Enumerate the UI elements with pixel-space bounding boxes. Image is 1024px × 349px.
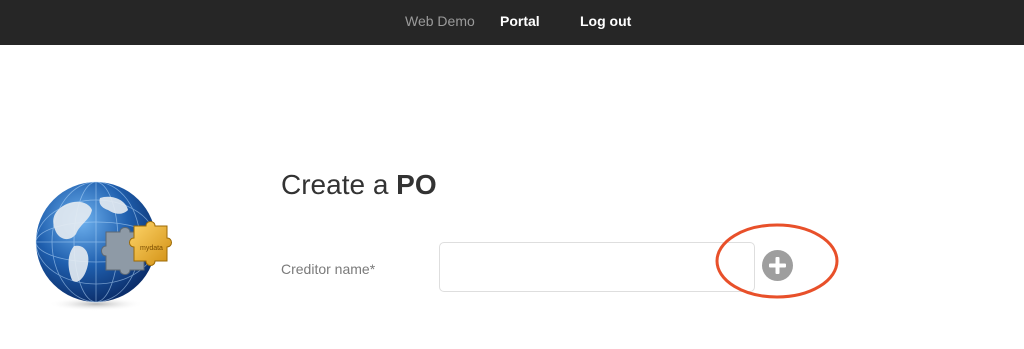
- add-creditor-button[interactable]: [762, 250, 793, 281]
- creditor-name-input[interactable]: [439, 242, 755, 292]
- globe-puzzle-logo: mydata: [30, 180, 180, 315]
- page-title-bold: PO: [396, 169, 437, 200]
- creditor-name-label: Creditor name*: [281, 261, 376, 277]
- nav-item-logout[interactable]: Log out: [580, 12, 631, 30]
- nav-brand-link[interactable]: Web Demo: [405, 12, 475, 30]
- page-title-prefix: Create a: [281, 169, 397, 200]
- logo-piece-text: mydata: [140, 245, 163, 252]
- plus-icon: [769, 257, 786, 274]
- globe-puzzle-icon: mydata: [35, 181, 172, 311]
- page-title: Create a PO: [281, 168, 437, 202]
- top-navbar: Web Demo Portal Log out: [0, 0, 1024, 45]
- nav-item-portal[interactable]: Portal: [500, 12, 540, 30]
